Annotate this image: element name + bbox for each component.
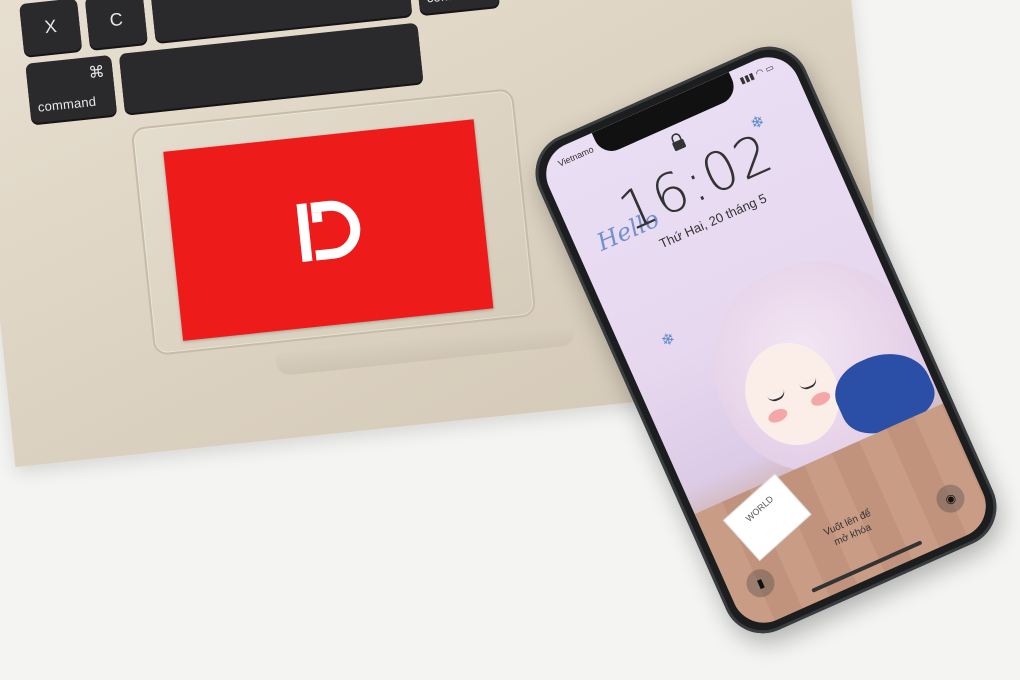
keyboard-key-c[interactable]: C (84, 0, 148, 49)
signal-icon: ▮▮▮ (738, 70, 756, 86)
key-label: X (43, 15, 58, 38)
blush-left (766, 406, 790, 426)
carrier-label: Vietnamo (556, 144, 596, 169)
key-label: command (426, 0, 486, 6)
keyboard-key-x[interactable]: X (19, 0, 83, 56)
blush-right (809, 389, 833, 409)
key-label: command (37, 93, 97, 115)
eye-right (798, 377, 819, 392)
d-logo-icon (296, 200, 361, 262)
key-label: C (108, 8, 124, 31)
eye-left (767, 389, 787, 404)
logo-card (163, 119, 494, 341)
battery-icon: ▭ (763, 61, 776, 75)
photo-scene: X C command ⌘ command (0, 0, 1020, 680)
command-icon: ⌘ (87, 63, 106, 83)
lock-icon (671, 133, 686, 152)
keyboard-key-command-right[interactable]: command (414, 0, 500, 15)
snowflake-icon: ❄ (658, 329, 678, 351)
status-icons: ▮▮▮ ◠ ▭ (738, 62, 776, 87)
card-text: WORLD (743, 493, 776, 524)
keyboard-key-command-left[interactable]: ⌘ command (25, 54, 118, 124)
